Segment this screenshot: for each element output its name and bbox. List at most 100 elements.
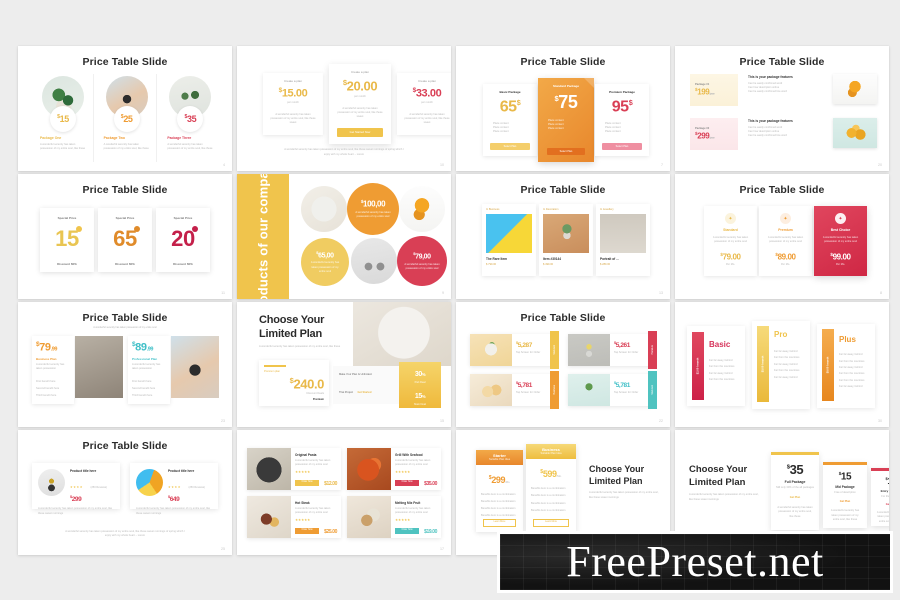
slide-title: Price Table Slide [82, 440, 168, 452]
price-value: 15.00 [281, 87, 308, 100]
get-started-button[interactable]: Get Started Now [337, 128, 383, 137]
plan-period: Per Mo. [780, 262, 791, 266]
bubble-desc: A wonderful serenity has taken possessio… [404, 262, 440, 270]
slide-footer: A wonderful serenity has taken possessio… [284, 148, 404, 156]
price-value: 33.00 [415, 87, 442, 100]
card-side-tab[interactable]: Premium [648, 331, 657, 369]
slide-thumbnail-7[interactable]: Price Table Slide In Business The Rare I… [456, 174, 670, 299]
slide-thumbnail-5[interactable]: Price Table Slide Special Price 15 Disco… [18, 174, 232, 299]
slide-page-number: 15 [440, 419, 444, 423]
feature-item: Benefits item is a combination [531, 487, 566, 490]
badge-label: Part Deal [414, 380, 426, 384]
slide-thumbnail-13[interactable]: Price Table Slide Product title here ★★★… [18, 430, 232, 555]
slide-title: Price Table Slide [82, 184, 168, 196]
price-value: 100,00 [363, 199, 386, 209]
select-plan-button[interactable]: Select Plan [602, 143, 642, 150]
star-rating: ★★★★★ [395, 518, 411, 523]
product-name: The Rare Item [486, 256, 508, 261]
product-name: Portrait of ... [600, 256, 619, 261]
select-plan-button[interactable]: Select Plan [490, 143, 530, 150]
plan-label: Premium plan [264, 369, 281, 373]
heading-desc: A wonderful serenity has taken possessio… [259, 345, 341, 348]
slide-thumbnail-2[interactable]: Create a plan $15.00 per month A wonderf… [237, 46, 451, 171]
slide-title: Price Table Slide [520, 184, 606, 196]
slide-thumbnail-14[interactable]: Original Pasta A wonderful serenity has … [237, 430, 451, 555]
price-cents: .99 [50, 346, 58, 353]
hero-photo [353, 302, 451, 366]
plan-sub: Suitable Plan Idea [488, 458, 511, 462]
slide-page-number: 25 [221, 547, 225, 551]
plan-icon: ✦ [780, 213, 791, 224]
card-side-tab[interactable]: Standard [550, 331, 559, 369]
slide-thumbnail-11[interactable]: Price Table Slide $5,287 Tap Screen for … [456, 302, 670, 427]
heading-line-1: Choose Your [259, 314, 325, 326]
slide-thumbnail-9[interactable]: Price Table Slide A wonderful serenity h… [18, 302, 232, 427]
plan-sub: Free of description [834, 491, 856, 495]
plan-label: Create a plan [417, 79, 436, 83]
button-label: Select Plan [503, 144, 517, 148]
price-value: 15 [59, 114, 70, 124]
badge-label: Main Deal [414, 403, 426, 407]
price-dot [133, 225, 140, 232]
plan-period: per month [421, 101, 433, 105]
cta-link-label[interactable]: Get Started [357, 391, 371, 394]
plan-link[interactable]: Get Plan [771, 496, 819, 500]
feature-item: Place content [548, 126, 564, 130]
order-button[interactable]: Order Now [395, 480, 419, 486]
plan-period: per month [354, 94, 366, 98]
feature-item: Far far away, behind [774, 349, 798, 353]
plan-desc: A wonderful serenity has taken possessio… [777, 505, 813, 519]
learn-more-button[interactable]: Learn More [483, 519, 516, 527]
plan-desc: A wonderful serenity has taken possessio… [712, 236, 749, 244]
select-plan-button[interactable]: Select Plan [547, 148, 585, 155]
price-bubble: $25 [113, 106, 140, 132]
slide-title: Price Table Slide [739, 184, 825, 196]
tab-label: Standard [650, 385, 654, 395]
slide-thumbnail-10[interactable]: Choose Your Limited Plan A wonderful ser… [237, 302, 451, 427]
plan-name: Best Choice [830, 228, 851, 232]
package-name: Package Three [167, 136, 192, 140]
bubble-desc: A wonderful serenity has taken possessio… [310, 261, 340, 273]
product-photo [543, 213, 589, 253]
feature-item: Benefits item is a combination [531, 494, 566, 498]
card-note: Tap Screen for Order [516, 351, 541, 355]
plan-period: /Mo. [505, 481, 511, 484]
feature-item: Far far away, behind [774, 375, 798, 379]
slide-title: Price Table Slide [82, 56, 168, 68]
plan-link[interactable]: Get Plan [871, 503, 889, 507]
feature-item: Benefits item is a combination [531, 508, 566, 512]
slide-thumbnail-1[interactable]: Price Table Slide $15 Package One A wond… [18, 46, 232, 171]
price-value: 199 [697, 87, 710, 97]
plan-label: Create a plan [283, 79, 302, 83]
order-button[interactable]: Order Now [295, 528, 319, 534]
price-value: 75 [558, 92, 578, 112]
watermark-banner: FreePreset.net [497, 531, 893, 593]
plan-top-bar [771, 452, 819, 455]
order-button[interactable]: Order Now [395, 528, 419, 534]
product-photo [136, 469, 163, 496]
card-side-tab[interactable]: Business [550, 371, 559, 409]
card-side-tab[interactable]: Standard [648, 371, 657, 409]
learn-more-button[interactable]: Learn More [533, 519, 569, 527]
plan-desc: A wonderful serenity has taken possessio… [404, 113, 450, 125]
feature-item: Far from the countries [839, 378, 865, 382]
order-button[interactable]: Order Now [295, 480, 319, 486]
menu-name: Melting Mix Fruit [395, 501, 421, 505]
slide-thumbnail-6[interactable]: Products of our company $100,00 A wonder… [237, 174, 451, 299]
plan-link[interactable]: Get Plan [823, 500, 867, 504]
feature-item: Far from the countries [839, 372, 865, 376]
slide-thumbnail-3[interactable]: Price Table Slide Basic Package 65$ Plac… [456, 46, 670, 171]
slide-title: Price Table Slide [739, 56, 825, 68]
heading-line-2: Limited Plan [259, 328, 322, 340]
plan-header: Starter Suitable Plan Idea [476, 450, 523, 465]
sidebar-panel: Products of our company [237, 174, 289, 299]
price-value: 35 [186, 114, 197, 124]
product-photo [351, 238, 397, 284]
plan-label: Create a plan [350, 70, 369, 74]
slide-thumbnail-12[interactable]: $2.00 / month Basic Far far away, behind… [675, 302, 889, 427]
price-value: 5,781 [517, 382, 533, 390]
slide-thumbnail-4[interactable]: Price Table Slide Package #1 $199/year T… [675, 46, 889, 171]
product-category: In Business [486, 208, 500, 211]
slide-thumbnail-8[interactable]: Price Table Slide ✦ Standard A wonderful… [675, 174, 889, 299]
price-value: 89.00 [777, 252, 796, 262]
